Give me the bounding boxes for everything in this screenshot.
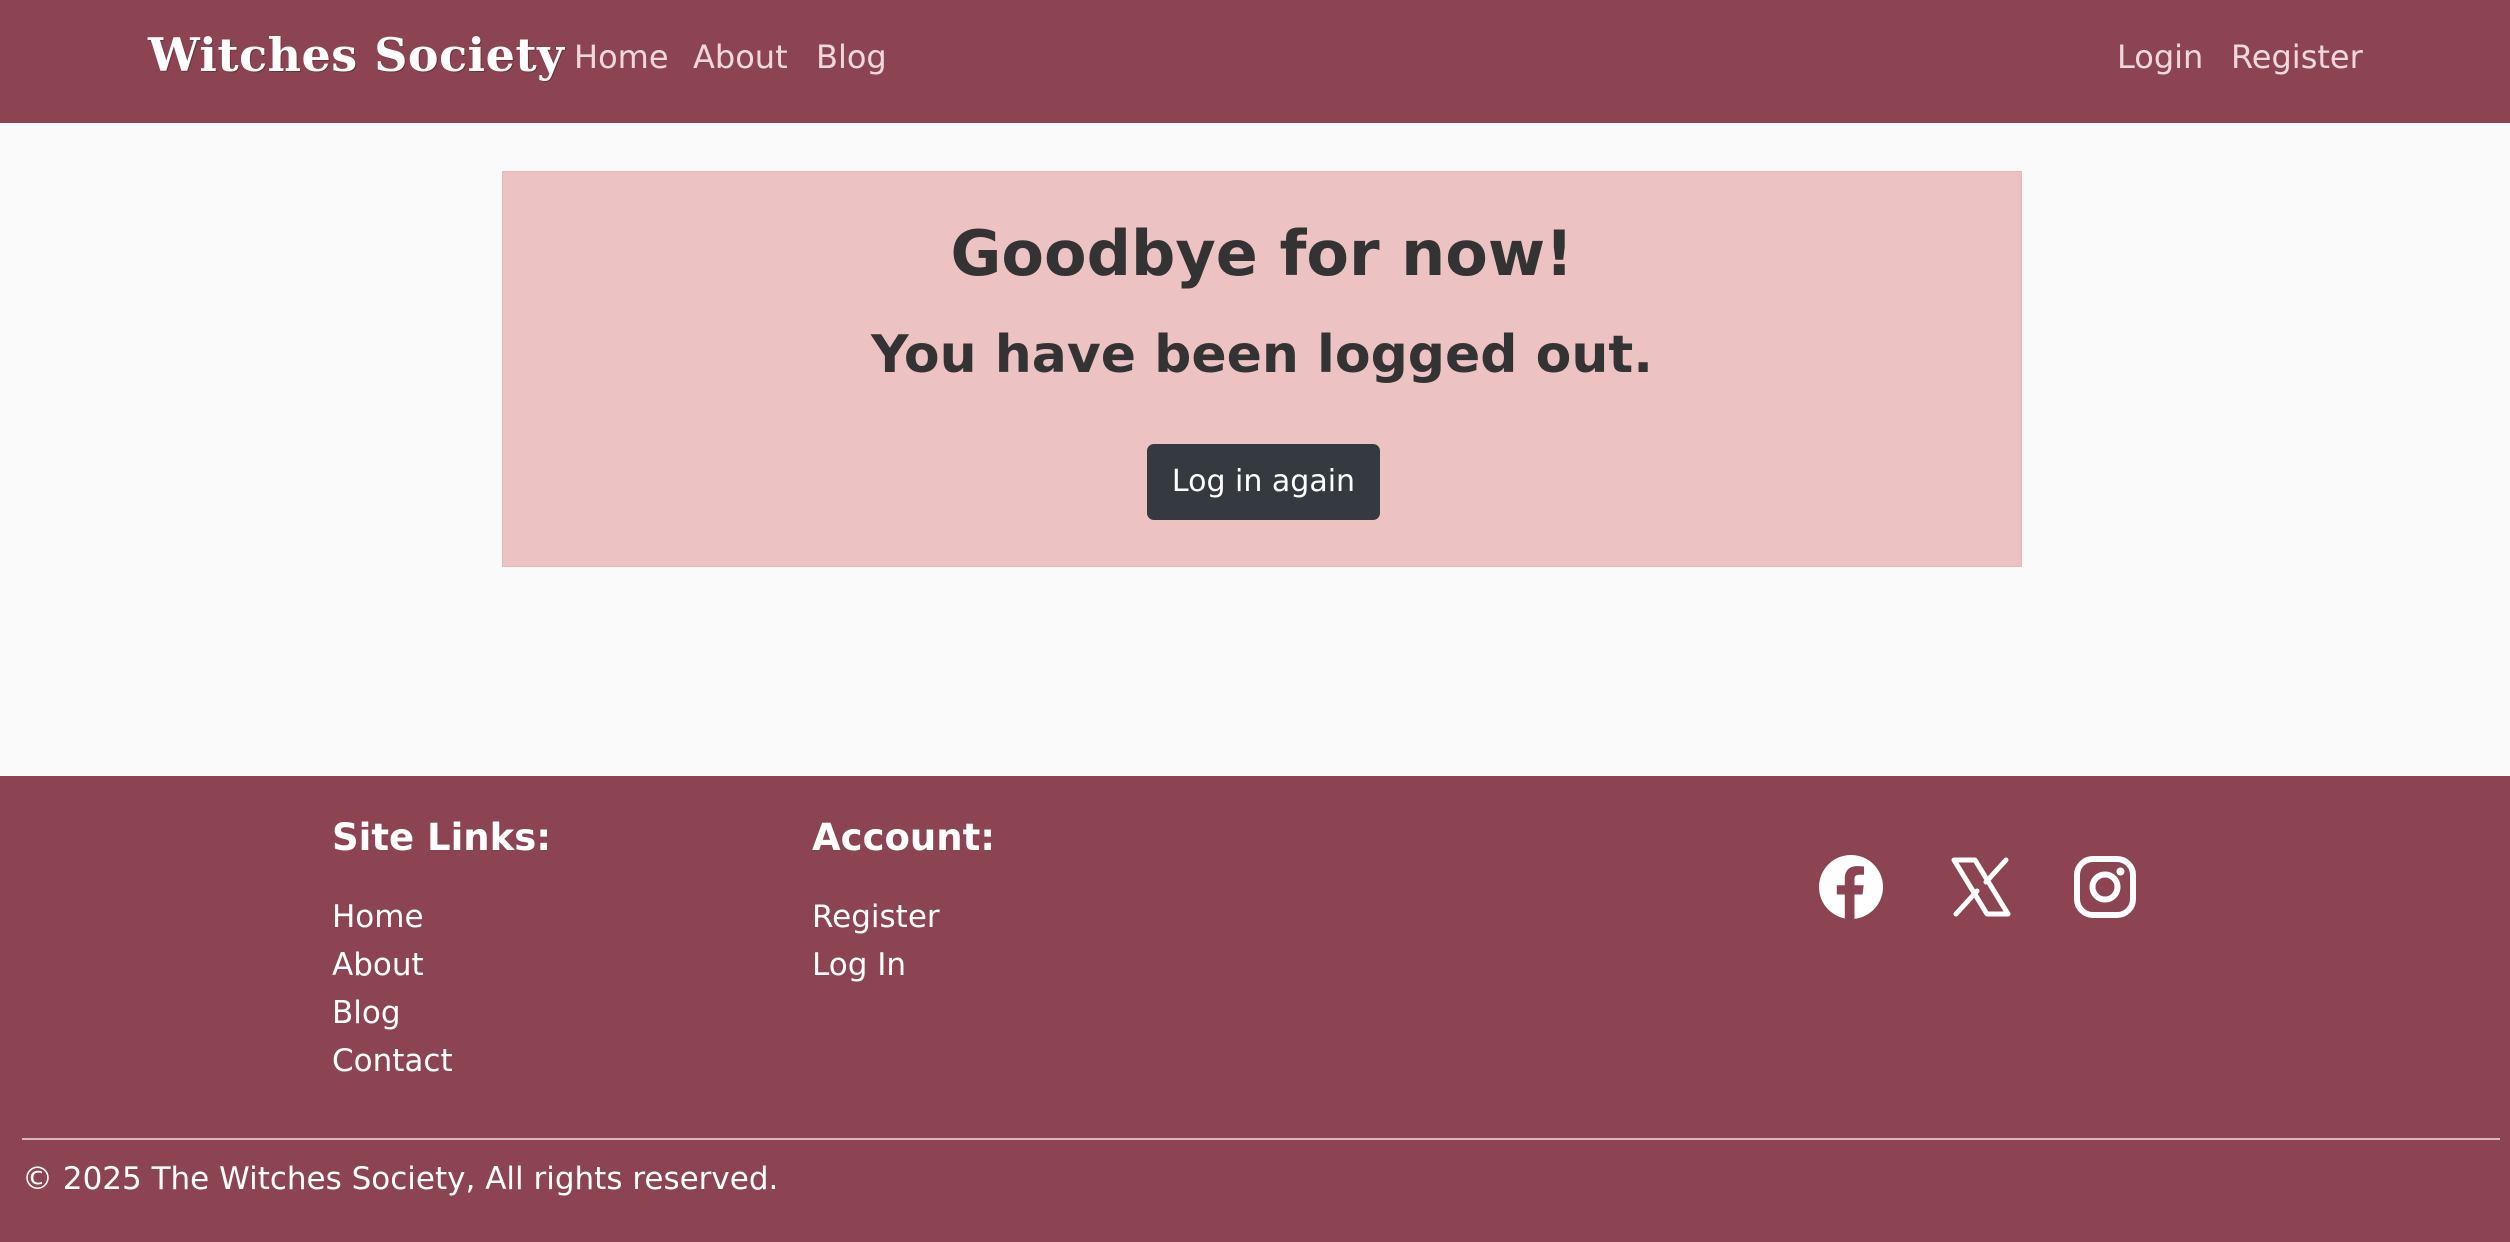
nav-link-about[interactable]: About [693,38,788,76]
nav-link-register[interactable]: Register [2231,38,2363,76]
log-in-again-button[interactable]: Log in again [1147,444,1380,520]
footer-link-contact[interactable]: Contact [332,1042,453,1090]
alert-title: Goodbye for now! [950,217,1574,290]
footer-link-about[interactable]: About [332,946,453,994]
logout-alert: Goodbye for now! You have been logged ou… [502,171,2022,567]
account-links-list: Register Log In [812,898,940,994]
footer: Site Links: Home About Blog Contact Acco… [0,776,2510,1242]
footer-link-blog[interactable]: Blog [332,994,453,1042]
footer-link-register[interactable]: Register [812,898,940,946]
copyright-text: © 2025 The Witches Society, All rights r… [22,1161,779,1197]
nav-link-login[interactable]: Login [2117,38,2203,76]
footer-link-home[interactable]: Home [332,898,453,946]
instagram-icon[interactable] [2072,854,2138,920]
site-links-list: Home About Blog Contact [332,898,453,1090]
brand-logo[interactable]: Witches Society [148,28,564,82]
footer-divider [22,1138,2500,1140]
account-heading: Account: [812,816,996,859]
footer-link-log-in[interactable]: Log In [812,946,940,994]
nav-link-blog[interactable]: Blog [816,38,887,76]
facebook-icon[interactable] [1818,854,1884,920]
nav-link-home[interactable]: Home [574,38,669,76]
navbar: Witches Society Home About Blog Login Re… [0,0,2510,123]
alert-subtitle: You have been logged out. [871,325,1653,385]
site-links-heading: Site Links: [332,816,552,859]
x-icon[interactable] [1948,854,2014,920]
